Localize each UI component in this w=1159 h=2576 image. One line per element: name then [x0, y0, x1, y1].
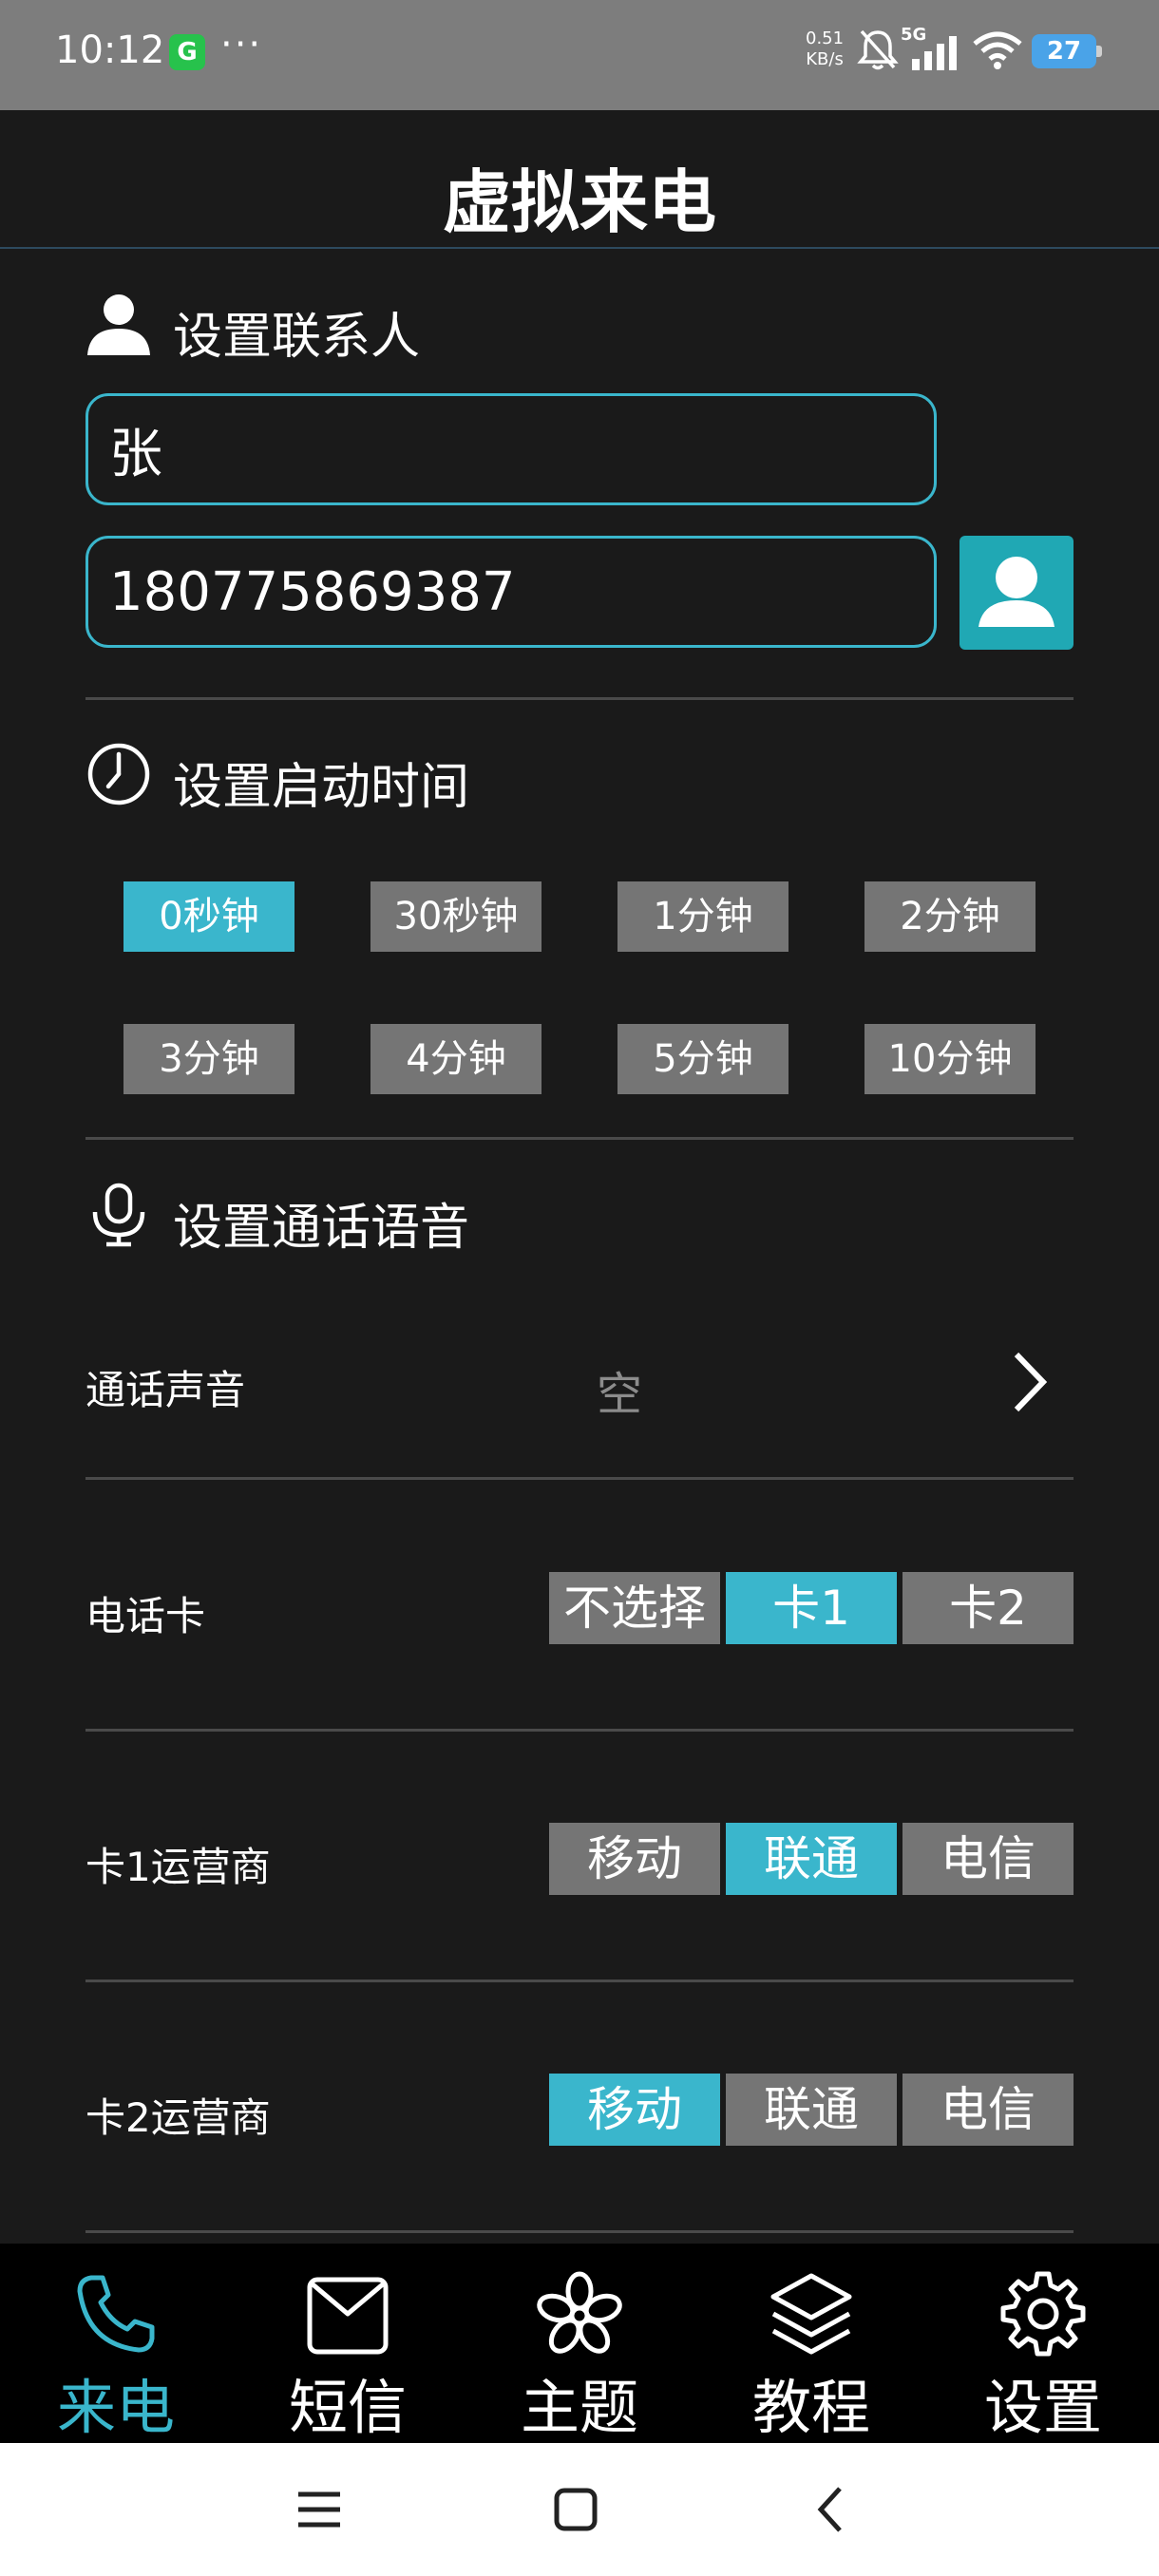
sim-card-label: 电话卡 [86, 1593, 206, 1639]
divider [86, 697, 1074, 700]
nav-item-tutorial[interactable]: 教程 [695, 2244, 927, 2443]
card2-carrier-label: 卡2运营商 [86, 2094, 271, 2141]
divider [86, 1477, 1074, 1480]
card2-carrier-mobile[interactable]: 移动 [549, 2074, 720, 2146]
nav-label-tutorial: 教程 [751, 2373, 870, 2442]
nav-label-calls: 来电 [56, 2373, 175, 2442]
network-speed-unit: KB/s [806, 49, 844, 69]
network-speed: 0.51 KB/s [806, 28, 844, 70]
contact-section-title: 设置联系人 [173, 309, 421, 366]
sim-option-none[interactable]: 不选择 [549, 1572, 720, 1644]
nav-label-sms: 短信 [288, 2373, 407, 2442]
card1-carrier-telecom[interactable]: 电信 [902, 1823, 1074, 1895]
card1-carrier-unicom[interactable]: 联通 [726, 1823, 897, 1895]
home-icon[interactable] [547, 2481, 604, 2538]
time-option-2min[interactable]: 2分钟 [864, 881, 1036, 952]
time-option-10min[interactable]: 10分钟 [864, 1024, 1036, 1094]
time-option-0s[interactable]: 0秒钟 [124, 881, 294, 952]
time-option-5min[interactable]: 5分钟 [618, 1024, 788, 1094]
card2-carrier-telecom[interactable]: 电信 [902, 2074, 1074, 2146]
contact-name-input[interactable] [86, 393, 937, 505]
divider [86, 1979, 1074, 1982]
more-notifications-icon: ··· [220, 23, 263, 66]
chevron-right-icon[interactable] [1005, 1349, 1053, 1415]
call-sound-value: 空 [597, 1368, 643, 1421]
contact-person-icon [978, 557, 1054, 627]
time-option-30s[interactable]: 30秒钟 [370, 881, 542, 952]
nav-item-sms[interactable]: 短信 [232, 2244, 464, 2443]
divider [86, 1137, 1074, 1140]
divider [86, 1729, 1074, 1732]
time-option-3min[interactable]: 3分钟 [124, 1024, 294, 1094]
signal-icon [912, 36, 957, 70]
nav-item-themes[interactable]: 主题 [464, 2244, 695, 2443]
pick-contact-button[interactable] [960, 536, 1074, 650]
sim-option-card2[interactable]: 卡2 [902, 1572, 1074, 1644]
nav-label-themes: 主题 [520, 2373, 638, 2442]
call-sound-label: 通话声音 [86, 1367, 246, 1413]
status-bar: 10:12 G ··· 0.51 KB/s 5G 27 [0, 0, 1159, 110]
card1-carrier-mobile[interactable]: 移动 [549, 1823, 720, 1895]
app-notification-icon: G [169, 34, 205, 70]
flower-icon [537, 2271, 622, 2354]
app-header: 虚拟来电 [0, 110, 1159, 249]
nav-item-settings[interactable]: 设置 [927, 2244, 1159, 2443]
layers-icon [770, 2273, 852, 2355]
page-title: 虚拟来电 [442, 162, 716, 242]
battery-level: 27 [1032, 34, 1096, 68]
contact-phone-input[interactable] [86, 536, 937, 648]
battery-tip [1096, 46, 1102, 57]
menu-icon[interactable] [291, 2481, 348, 2538]
nav-item-calls[interactable]: 来电 [0, 2244, 232, 2443]
time-option-4min[interactable]: 4分钟 [370, 1024, 542, 1094]
network-speed-value: 0.51 [806, 28, 845, 48]
nav-label-settings: 设置 [983, 2373, 1102, 2442]
back-icon[interactable] [804, 2481, 861, 2538]
card2-carrier-unicom[interactable]: 联通 [726, 2074, 897, 2146]
system-navigation-bar [0, 2443, 1159, 2576]
start-time-section-title: 设置启动时间 [173, 759, 470, 816]
microphone-icon [92, 1183, 145, 1247]
time-option-1min[interactable]: 1分钟 [618, 881, 788, 952]
envelope-icon [307, 2277, 389, 2355]
card1-carrier-label: 卡1运营商 [86, 1844, 271, 1890]
bottom-nav: 来电 短信 主题 教程 设置 [0, 2244, 1159, 2443]
gear-icon [1000, 2271, 1086, 2357]
sim-option-card1[interactable]: 卡1 [726, 1572, 897, 1644]
phone-icon [77, 2275, 155, 2353]
clock-icon [87, 743, 150, 805]
divider [86, 2230, 1074, 2233]
status-time: 10:12 [55, 28, 165, 72]
wifi-icon [973, 31, 1022, 69]
person-icon [87, 294, 150, 355]
voice-section-title: 设置通话语音 [173, 1200, 470, 1257]
bell-muted-icon [857, 29, 899, 70]
